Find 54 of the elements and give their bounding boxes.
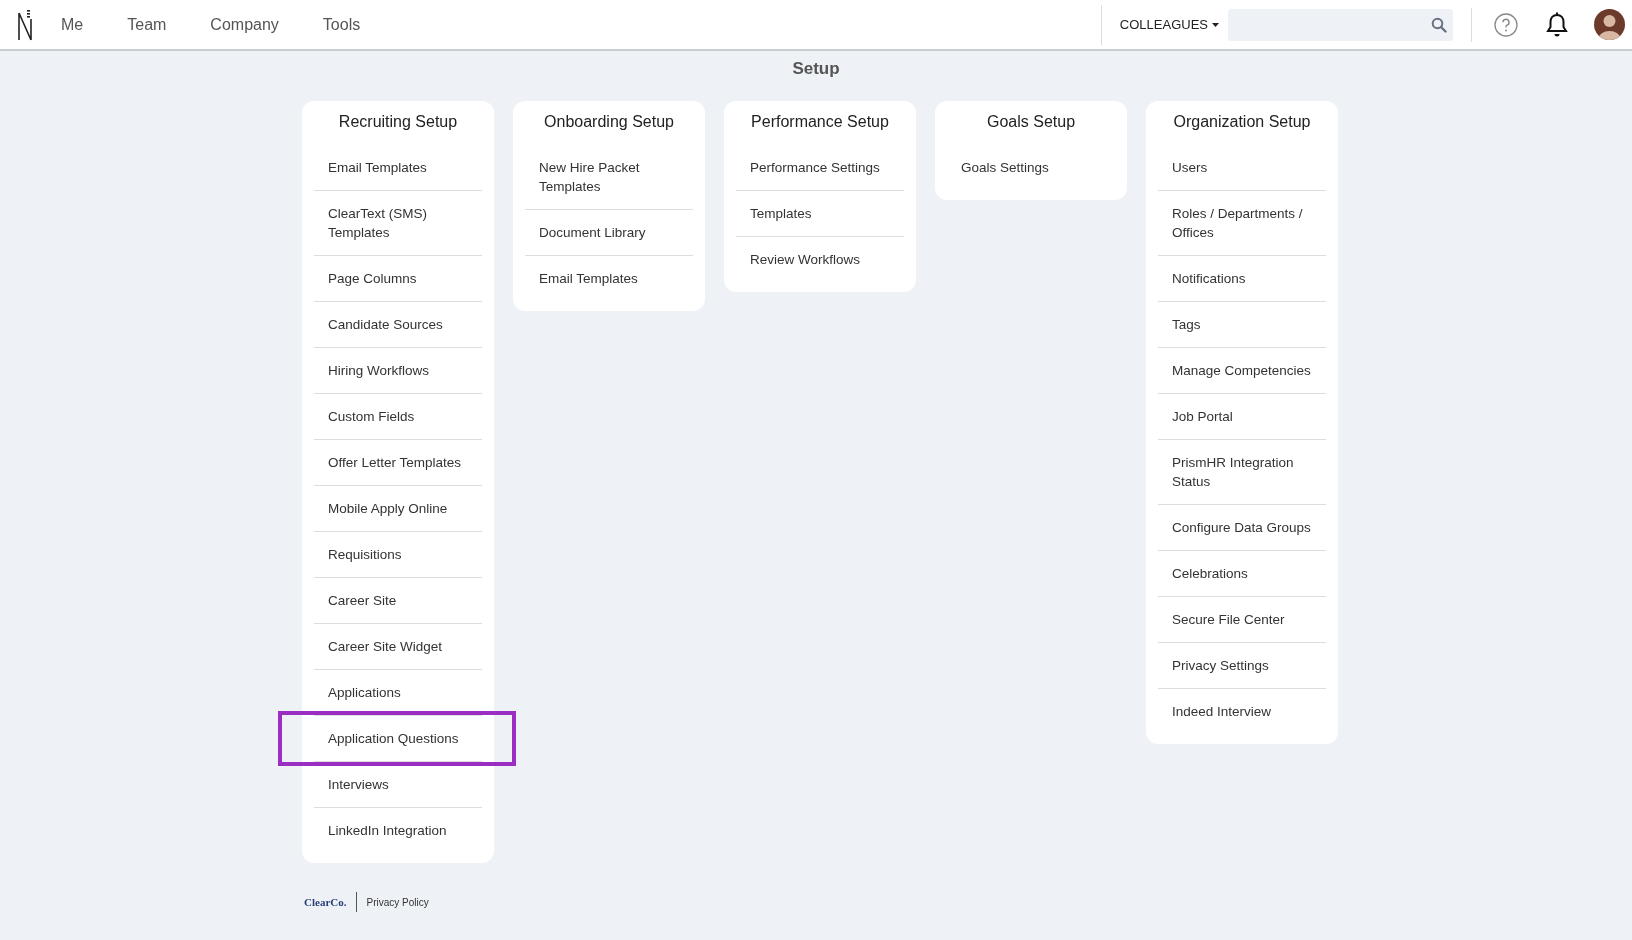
setup-link[interactable]: Job Portal	[1158, 399, 1326, 434]
card-title: Goals Setup	[985, 112, 1077, 132]
nav-link[interactable]: Team	[127, 12, 167, 37]
caret-icon	[1212, 22, 1219, 27]
setup-link[interactable]: Users	[1158, 150, 1326, 185]
setup-link[interactable]: Hiring Workflows	[314, 353, 482, 388]
setup-link[interactable]: Candidate Sources	[314, 307, 482, 342]
notification-bell-icon[interactable]	[1545, 11, 1569, 38]
nav-link[interactable]: Me	[61, 12, 84, 37]
setup-link[interactable]: Templates	[736, 196, 904, 231]
setup-link[interactable]: Email Templates	[314, 150, 482, 185]
brand-logo[interactable]: ClearCo.	[304, 893, 357, 911]
logo-icon[interactable]	[17, 8, 33, 41]
setup-link[interactable]: Applications	[314, 675, 482, 710]
setup-link[interactable]: Interviews	[314, 767, 482, 802]
setup-link[interactable]: Secure File Center	[1158, 602, 1326, 637]
card-title: Recruiting Setup	[337, 112, 459, 132]
page-title: Setup	[791, 58, 841, 80]
setup-link[interactable]: Page Columns	[314, 261, 482, 296]
setup-link[interactable]: Roles / Departments / Offices	[1158, 196, 1326, 250]
setup-link[interactable]: Document Library	[525, 215, 693, 250]
setup-link[interactable]: PrismHR Integration Status	[1158, 445, 1326, 499]
setup-link[interactable]: Career Site Widget	[314, 629, 482, 664]
setup-link[interactable]: LinkedIn Integration	[314, 813, 482, 848]
setup-link[interactable]: Review Workflows	[736, 242, 904, 277]
setup-link[interactable]: Manage Competencies	[1158, 353, 1326, 388]
setup-link[interactable]: Career Site	[314, 583, 482, 618]
card-title: Onboarding Setup	[543, 112, 675, 132]
help-icon[interactable]	[1494, 12, 1518, 37]
setup-link[interactable]: Performance Settings	[736, 150, 904, 185]
setup-link[interactable]: Requisitions	[314, 537, 482, 572]
nav-link[interactable]: Company	[210, 12, 279, 37]
setup-link[interactable]: Offer Letter Templates	[314, 445, 482, 480]
colleagues-dropdown[interactable]: COLLEAGUES	[1119, 14, 1219, 35]
setup-link[interactable]: Tags	[1158, 307, 1326, 342]
search-field[interactable]	[1228, 8, 1453, 41]
setup-link[interactable]: Application Questions	[278, 711, 516, 766]
privacy-policy-link[interactable]: Privacy Policy	[357, 894, 429, 910]
card-title: Organization Setup	[1172, 112, 1312, 132]
user-avatar[interactable]	[1594, 9, 1625, 40]
card-title: Performance Setup	[750, 112, 890, 132]
setup-link[interactable]: Mobile Apply Online	[314, 491, 482, 526]
setup-link[interactable]: Celebrations	[1158, 556, 1326, 591]
setup-link[interactable]: Indeed Interview	[1158, 694, 1326, 729]
setup-link[interactable]: ClearText (SMS) Templates	[314, 196, 482, 250]
setup-link[interactable]: Email Templates	[525, 261, 693, 296]
setup-link[interactable]: Configure Data Groups	[1158, 510, 1326, 545]
setup-link[interactable]: Goals Settings	[947, 150, 1115, 185]
search-icon[interactable]	[1431, 16, 1447, 33]
setup-link[interactable]: Notifications	[1158, 261, 1326, 296]
setup-link[interactable]: New Hire Packet Templates	[525, 150, 693, 204]
nav-link[interactable]: Tools	[322, 12, 361, 37]
setup-link[interactable]: Privacy Settings	[1158, 648, 1326, 683]
setup-link[interactable]: Custom Fields	[314, 399, 482, 434]
